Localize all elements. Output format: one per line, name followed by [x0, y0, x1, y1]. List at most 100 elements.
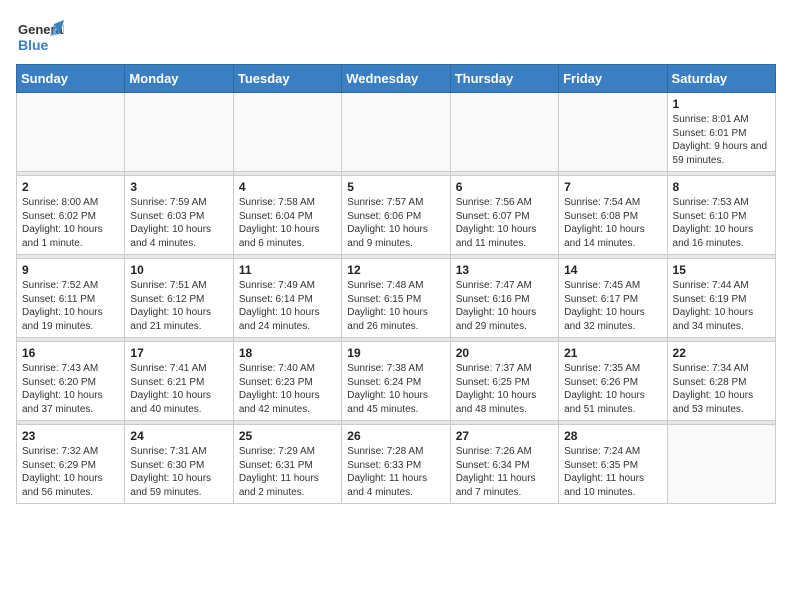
- weekday-header-monday: Monday: [125, 65, 233, 93]
- calendar-week-2: 2 Sunrise: 8:00 AM Sunset: 6:02 PM Daylig…: [17, 176, 776, 255]
- logo: General Blue: [16, 16, 68, 56]
- day-info: Sunrise: 7:56 AM Sunset: 6:07 PM Dayligh…: [456, 196, 553, 250]
- calendar-cell: 4 Sunrise: 7:58 AM Sunset: 6:04 PM Daylig…: [233, 176, 341, 255]
- day-info: Sunrise: 7:43 AM Sunset: 6:20 PM Dayligh…: [22, 362, 119, 416]
- calendar-cell: 23 Sunrise: 7:32 AM Sunset: 6:29 PM Dayli…: [17, 425, 125, 504]
- weekday-header-thursday: Thursday: [450, 65, 558, 93]
- day-info: Sunrise: 7:32 AM Sunset: 6:29 PM Dayligh…: [22, 445, 119, 499]
- day-info: Sunrise: 7:51 AM Sunset: 6:12 PM Dayligh…: [130, 279, 227, 333]
- day-info: Sunrise: 8:01 AM Sunset: 6:01 PM Dayligh…: [673, 113, 770, 167]
- day-number: 22: [673, 346, 770, 360]
- day-number: 19: [347, 346, 444, 360]
- day-info: Sunrise: 7:49 AM Sunset: 6:14 PM Dayligh…: [239, 279, 336, 333]
- calendar-cell: [450, 93, 558, 172]
- day-number: 3: [130, 180, 227, 194]
- calendar-cell: 11 Sunrise: 7:49 AM Sunset: 6:14 PM Dayli…: [233, 259, 341, 338]
- calendar-cell: 7 Sunrise: 7:54 AM Sunset: 6:08 PM Daylig…: [559, 176, 667, 255]
- day-info: Sunrise: 7:58 AM Sunset: 6:04 PM Dayligh…: [239, 196, 336, 250]
- calendar-week-5: 23 Sunrise: 7:32 AM Sunset: 6:29 PM Dayli…: [17, 425, 776, 504]
- calendar-cell: [342, 93, 450, 172]
- day-number: 25: [239, 429, 336, 443]
- day-info: Sunrise: 7:40 AM Sunset: 6:23 PM Dayligh…: [239, 362, 336, 416]
- day-number: 27: [456, 429, 553, 443]
- calendar-cell: 13Sunrise: 7:47 AM Sunset: 6:16 PM Dayli…: [450, 259, 558, 338]
- day-number: 8: [673, 180, 770, 194]
- day-info: Sunrise: 7:28 AM Sunset: 6:33 PM Dayligh…: [347, 445, 444, 499]
- calendar-cell: [233, 93, 341, 172]
- day-info: Sunrise: 7:48 AM Sunset: 6:15 PM Dayligh…: [347, 279, 444, 333]
- day-number: 24: [130, 429, 227, 443]
- day-number: 17: [130, 346, 227, 360]
- day-info: Sunrise: 7:57 AM Sunset: 6:06 PM Dayligh…: [347, 196, 444, 250]
- calendar-cell: 24 Sunrise: 7:31 AM Sunset: 6:30 PM Dayli…: [125, 425, 233, 504]
- calendar-cell: [559, 93, 667, 172]
- calendar-cell: 26 Sunrise: 7:28 AM Sunset: 6:33 PM Dayli…: [342, 425, 450, 504]
- calendar-cell: [667, 425, 775, 504]
- calendar-cell: 28Sunrise: 7:24 AM Sunset: 6:35 PM Dayli…: [559, 425, 667, 504]
- day-info: Sunrise: 7:52 AM Sunset: 6:11 PM Dayligh…: [22, 279, 119, 333]
- weekday-header-saturday: Saturday: [667, 65, 775, 93]
- calendar-cell: 19Sunrise: 7:38 AM Sunset: 6:24 PM Dayli…: [342, 342, 450, 421]
- calendar-cell: 3 Sunrise: 7:59 AM Sunset: 6:03 PM Daylig…: [125, 176, 233, 255]
- calendar-cell: 5 Sunrise: 7:57 AM Sunset: 6:06 PM Daylig…: [342, 176, 450, 255]
- day-number: 6: [456, 180, 553, 194]
- day-info: Sunrise: 7:31 AM Sunset: 6:30 PM Dayligh…: [130, 445, 227, 499]
- page-header: General Blue: [16, 16, 776, 56]
- day-info: Sunrise: 7:53 AM Sunset: 6:10 PM Dayligh…: [673, 196, 770, 250]
- calendar-cell: 8 Sunrise: 7:53 AM Sunset: 6:10 PM Daylig…: [667, 176, 775, 255]
- calendar-cell: 16Sunrise: 7:43 AM Sunset: 6:20 PM Dayli…: [17, 342, 125, 421]
- day-info: Sunrise: 7:34 AM Sunset: 6:28 PM Dayligh…: [673, 362, 770, 416]
- day-info: Sunrise: 7:45 AM Sunset: 6:17 PM Dayligh…: [564, 279, 661, 333]
- day-number: 5: [347, 180, 444, 194]
- weekday-header: SundayMondayTuesdayWednesdayThursdayFrid…: [17, 65, 776, 93]
- calendar-cell: [17, 93, 125, 172]
- day-number: 15: [673, 263, 770, 277]
- calendar-cell: 21 Sunrise: 7:35 AM Sunset: 6:26 PM Dayli…: [559, 342, 667, 421]
- calendar-cell: 25 Sunrise: 7:29 AM Sunset: 6:31 PM Dayli…: [233, 425, 341, 504]
- calendar-cell: 20 Sunrise: 7:37 AM Sunset: 6:25 PM Dayli…: [450, 342, 558, 421]
- calendar-cell: [125, 93, 233, 172]
- day-number: 20: [456, 346, 553, 360]
- calendar-cell: 1Sunrise: 8:01 AM Sunset: 6:01 PM Daylig…: [667, 93, 775, 172]
- calendar-cell: 27 Sunrise: 7:26 AM Sunset: 6:34 PM Dayli…: [450, 425, 558, 504]
- day-info: Sunrise: 7:24 AM Sunset: 6:35 PM Dayligh…: [564, 445, 661, 499]
- day-number: 2: [22, 180, 119, 194]
- day-number: 7: [564, 180, 661, 194]
- calendar-cell: 15 Sunrise: 7:44 AM Sunset: 6:19 PM Dayli…: [667, 259, 775, 338]
- calendar-cell: 2 Sunrise: 8:00 AM Sunset: 6:02 PM Daylig…: [17, 176, 125, 255]
- day-info: Sunrise: 8:00 AM Sunset: 6:02 PM Dayligh…: [22, 196, 119, 250]
- day-number: 26: [347, 429, 444, 443]
- calendar-cell: 18 Sunrise: 7:40 AM Sunset: 6:23 PM Dayli…: [233, 342, 341, 421]
- day-info: Sunrise: 7:41 AM Sunset: 6:21 PM Dayligh…: [130, 362, 227, 416]
- weekday-header-sunday: Sunday: [17, 65, 125, 93]
- day-number: 13: [456, 263, 553, 277]
- day-info: Sunrise: 7:26 AM Sunset: 6:34 PM Dayligh…: [456, 445, 553, 499]
- day-info: Sunrise: 7:59 AM Sunset: 6:03 PM Dayligh…: [130, 196, 227, 250]
- calendar-cell: 22 Sunrise: 7:34 AM Sunset: 6:28 PM Dayli…: [667, 342, 775, 421]
- day-number: 12: [347, 263, 444, 277]
- day-number: 10: [130, 263, 227, 277]
- day-info: Sunrise: 7:54 AM Sunset: 6:08 PM Dayligh…: [564, 196, 661, 250]
- svg-text:Blue: Blue: [18, 37, 49, 53]
- day-info: Sunrise: 7:35 AM Sunset: 6:26 PM Dayligh…: [564, 362, 661, 416]
- calendar-week-4: 16Sunrise: 7:43 AM Sunset: 6:20 PM Dayli…: [17, 342, 776, 421]
- calendar-cell: 12 Sunrise: 7:48 AM Sunset: 6:15 PM Dayli…: [342, 259, 450, 338]
- day-info: Sunrise: 7:29 AM Sunset: 6:31 PM Dayligh…: [239, 445, 336, 499]
- day-info: Sunrise: 7:37 AM Sunset: 6:25 PM Dayligh…: [456, 362, 553, 416]
- day-number: 18: [239, 346, 336, 360]
- day-number: 4: [239, 180, 336, 194]
- calendar-cell: 9 Sunrise: 7:52 AM Sunset: 6:11 PM Daylig…: [17, 259, 125, 338]
- weekday-header-wednesday: Wednesday: [342, 65, 450, 93]
- day-number: 14: [564, 263, 661, 277]
- weekday-header-tuesday: Tuesday: [233, 65, 341, 93]
- logo-icon: General Blue: [16, 16, 64, 56]
- day-number: 21: [564, 346, 661, 360]
- day-info: Sunrise: 7:44 AM Sunset: 6:19 PM Dayligh…: [673, 279, 770, 333]
- calendar-cell: 10 Sunrise: 7:51 AM Sunset: 6:12 PM Dayli…: [125, 259, 233, 338]
- day-number: 9: [22, 263, 119, 277]
- calendar-cell: 6 Sunrise: 7:56 AM Sunset: 6:07 PM Daylig…: [450, 176, 558, 255]
- calendar-cell: 14 Sunrise: 7:45 AM Sunset: 6:17 PM Dayli…: [559, 259, 667, 338]
- day-number: 23: [22, 429, 119, 443]
- day-number: 11: [239, 263, 336, 277]
- calendar-cell: 17 Sunrise: 7:41 AM Sunset: 6:21 PM Dayli…: [125, 342, 233, 421]
